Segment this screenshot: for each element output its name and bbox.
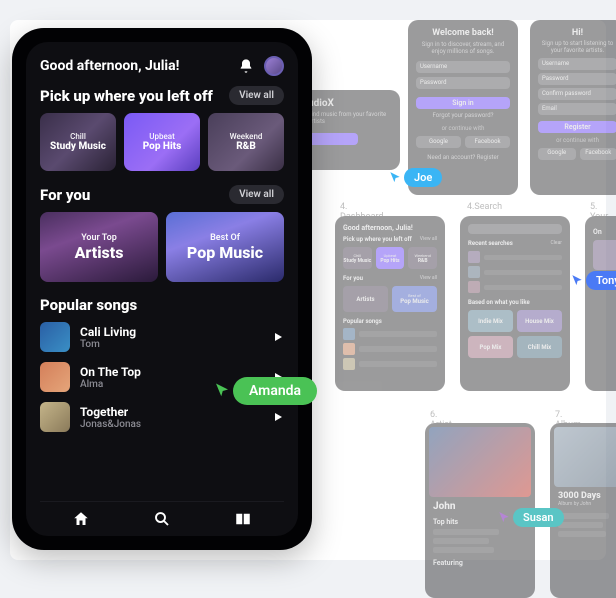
card-best-pop[interactable]: Best OfPop Music	[166, 212, 284, 282]
cursor-susan: Susan	[497, 508, 564, 527]
home-icon[interactable]	[72, 510, 90, 528]
cursor-joe: Joe	[388, 168, 442, 187]
resume-title: Pick up where you left off	[40, 87, 213, 105]
bg-app-name: udioX	[308, 98, 392, 109]
card-weekend-rb[interactable]: WeekendR&B	[208, 113, 284, 171]
phone-mockup: Good afternoon, Julia! Pick up where you…	[12, 28, 312, 550]
song-artwork	[40, 322, 70, 352]
song-artwork	[40, 362, 70, 392]
popular-title: Popular songs	[40, 296, 284, 314]
play-icon[interactable]	[272, 331, 284, 343]
search-icon[interactable]	[153, 510, 171, 528]
card-chill-study[interactable]: ChillStudy Music	[40, 113, 116, 171]
song-artwork	[40, 402, 70, 432]
cursor-amanda: Amanda	[213, 377, 317, 405]
card-upbeat-pop[interactable]: UpbeatPop Hits	[124, 113, 200, 171]
foryou-viewall[interactable]: View all	[229, 185, 284, 204]
bg-welcome-title: Welcome back!	[416, 28, 510, 38]
card-top-artists[interactable]: Your TopArtists	[40, 212, 158, 282]
app-screen: Good afternoon, Julia! Pick up where you…	[26, 42, 298, 536]
cursor-tony: Tony	[570, 271, 616, 290]
foryou-title: For you	[40, 186, 90, 204]
song-row[interactable]: TogetherJonas&Jonas	[40, 402, 284, 432]
play-icon[interactable]	[272, 411, 284, 423]
bg-get-started	[308, 133, 358, 145]
avatar[interactable]	[264, 56, 284, 76]
bell-icon[interactable]	[238, 58, 254, 74]
library-icon[interactable]	[234, 510, 252, 528]
song-row[interactable]: Cali LivingTom	[40, 322, 284, 352]
resume-viewall[interactable]: View all	[229, 86, 284, 105]
greeting: Good afternoon, Julia!	[40, 58, 179, 74]
